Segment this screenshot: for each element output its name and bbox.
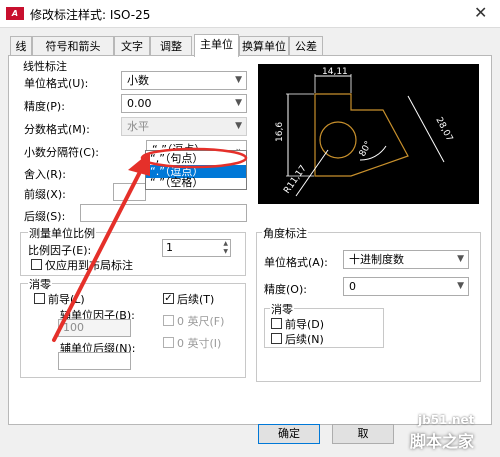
angular-zero-group-title: 消零 bbox=[270, 301, 294, 317]
fraction-format-label: 分数格式(M): bbox=[24, 123, 90, 136]
precision-label: 精度(P): bbox=[24, 100, 65, 113]
scale-factor-label: 比例因子(E): bbox=[28, 244, 92, 257]
suffix-input[interactable] bbox=[80, 204, 247, 222]
tab-text[interactable]: 文字 bbox=[114, 36, 150, 56]
decimal-separator-label: 小数分隔符(C): bbox=[24, 146, 99, 159]
watermark-logo: 脚本之家 bbox=[410, 432, 475, 451]
angular-unit-format-value: 十进制度数 bbox=[349, 253, 404, 266]
angular-trailing-checkbox[interactable] bbox=[271, 333, 282, 344]
dim-radius-text: R11,17 bbox=[282, 164, 309, 196]
watermark-site: jb51.net bbox=[418, 413, 475, 427]
chevron-down-icon: ▼ bbox=[235, 75, 242, 85]
tab-alternate-units[interactable]: 换算单位 bbox=[239, 36, 289, 56]
tab-symbols-arrows[interactable]: 符号和箭头 bbox=[32, 36, 114, 56]
tab-strip: 线 符号和箭头 文字 调整 主单位 换算单位 公差 bbox=[0, 34, 500, 57]
autocad-logo-icon: A bbox=[6, 7, 24, 20]
round-off-label: 舍入(R): bbox=[24, 168, 66, 181]
zero-inches-label: 0 英寸(I) bbox=[177, 337, 222, 350]
zero-suppress-group-title: 消零 bbox=[28, 276, 52, 292]
chevron-down-icon: ▼ bbox=[235, 98, 242, 108]
angular-unit-format-label: 单位格式(A): bbox=[264, 256, 328, 269]
dimension-preview: 14,11 16,6 28,07 80° R11,17 bbox=[258, 64, 479, 204]
precision-value: 0.00 bbox=[127, 97, 152, 110]
precision-select[interactable]: 0.00 ▼ bbox=[121, 94, 247, 113]
angular-precision-value: 0 bbox=[349, 280, 356, 293]
angular-group-title: 角度标注 bbox=[262, 225, 308, 241]
layout-only-checkbox[interactable] bbox=[31, 259, 42, 270]
chevron-down-icon: ▼ bbox=[457, 281, 464, 291]
leading-zero-label: 前导(L) bbox=[48, 293, 85, 306]
prefix-input[interactable] bbox=[113, 183, 146, 201]
dropdown-option-period[interactable]: “,”（句点） bbox=[146, 152, 246, 165]
tab-tolerances[interactable]: 公差 bbox=[289, 36, 323, 56]
part-outline bbox=[314, 93, 409, 177]
angular-unit-format-select[interactable]: 十进制度数 ▼ bbox=[343, 250, 469, 269]
angular-precision-select[interactable]: 0 ▼ bbox=[343, 277, 469, 296]
dim-angle-text: 80° bbox=[358, 140, 374, 159]
zero-feet-label: 0 英尺(F) bbox=[177, 315, 225, 328]
linear-group-title: 线性标注 bbox=[22, 58, 68, 74]
part-hole bbox=[319, 121, 357, 159]
scale-factor-value: 1 bbox=[166, 241, 173, 254]
angular-precision-label: 精度(O): bbox=[264, 283, 307, 296]
dim-top-text: 14,11 bbox=[322, 67, 348, 77]
decimal-separator-dropdown: “,”（句点） “.”（逗点） “ ”（空格） bbox=[145, 150, 247, 190]
fraction-format-select: 水平 ▼ bbox=[121, 117, 247, 136]
cancel-button[interactable]: 取 bbox=[332, 424, 394, 444]
layout-only-label: 仅应用到布局标注 bbox=[45, 259, 133, 272]
trailing-zero-checkbox[interactable]: ✓ bbox=[163, 293, 174, 304]
tab-fit[interactable]: 调整 bbox=[150, 36, 192, 56]
sub-unit-suffix-input[interactable] bbox=[58, 352, 131, 370]
title-bar: A 修改标注样式: ISO-25 ✕ bbox=[0, 0, 500, 28]
leading-zero-checkbox[interactable] bbox=[34, 293, 45, 304]
zero-inches-checkbox bbox=[163, 337, 174, 348]
tab-lines[interactable]: 线 bbox=[10, 36, 32, 56]
scale-factor-input[interactable]: 1 ▲ ▼ bbox=[162, 239, 231, 257]
chevron-down-icon: ▼ bbox=[235, 121, 242, 131]
zero-feet-checkbox bbox=[163, 315, 174, 326]
unit-format-label: 单位格式(U): bbox=[24, 77, 89, 90]
close-icon[interactable]: ✕ bbox=[474, 3, 487, 22]
unit-format-value: 小数 bbox=[127, 74, 149, 87]
scale-group-title: 测量单位比例 bbox=[28, 225, 96, 241]
ok-button[interactable]: 确定 bbox=[258, 424, 320, 444]
fraction-format-value: 水平 bbox=[127, 120, 149, 133]
dim-right-text: 28,07 bbox=[433, 116, 454, 143]
window-title: 修改标注样式: ISO-25 bbox=[30, 8, 151, 22]
tab-primary-units[interactable]: 主单位 bbox=[194, 34, 239, 57]
sub-unit-factor-value: 100 bbox=[63, 321, 84, 334]
preview-drawing: 14,11 16,6 28,07 80° R11,17 bbox=[275, 67, 454, 197]
trailing-zero-label: 后续(T) bbox=[177, 293, 215, 306]
dropdown-option-space[interactable]: “ ”（空格） bbox=[146, 176, 246, 189]
chevron-down-icon: ▼ bbox=[457, 254, 464, 264]
prefix-label: 前缀(X): bbox=[24, 188, 66, 201]
sub-unit-factor-input: 100 bbox=[58, 319, 131, 337]
dim-left-text: 16,6 bbox=[275, 122, 285, 142]
unit-format-select[interactable]: 小数 ▼ bbox=[121, 71, 247, 90]
angular-leading-checkbox[interactable] bbox=[271, 318, 282, 329]
angular-leading-label: 前导(D) bbox=[285, 318, 325, 331]
suffix-label: 后缀(S): bbox=[24, 210, 66, 223]
angular-trailing-label: 后续(N) bbox=[285, 333, 324, 346]
spinner-arrows-icon[interactable]: ▲ ▼ bbox=[223, 240, 228, 256]
